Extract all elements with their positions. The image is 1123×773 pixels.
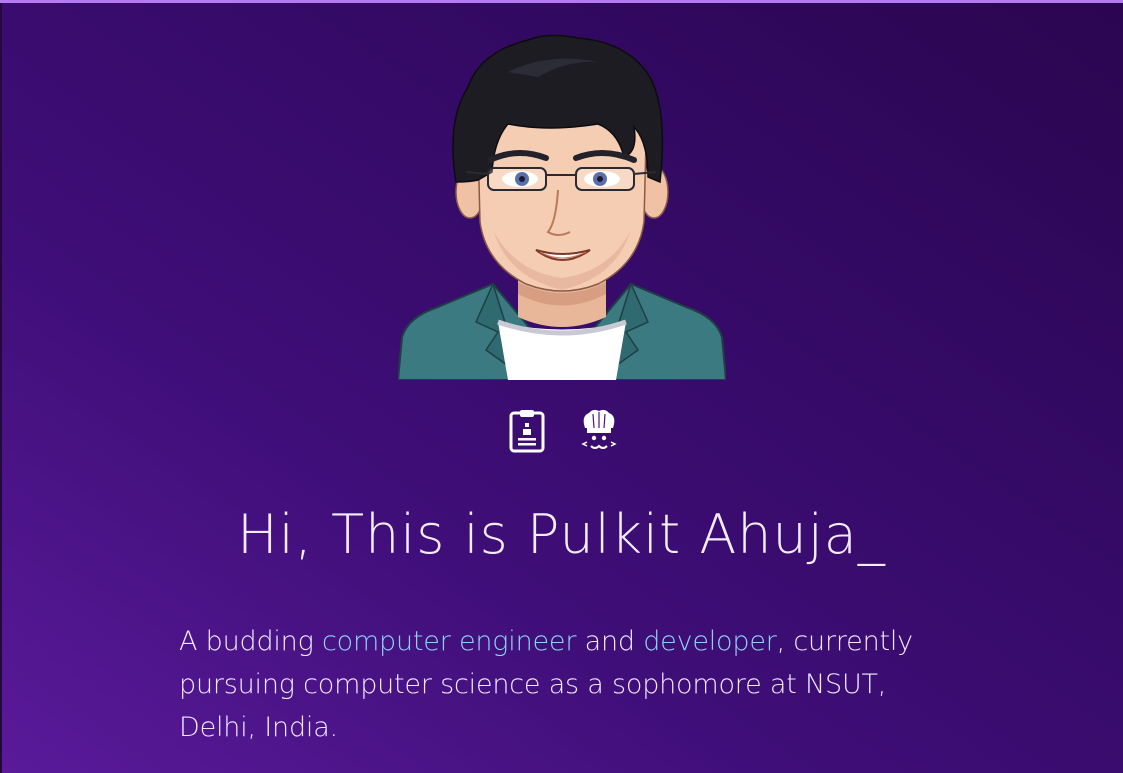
bio-paragraph: A budding computer engineer and develope…	[179, 620, 919, 749]
left-edge	[0, 3, 2, 773]
bio-text-1: A budding	[179, 626, 322, 657]
codechef-icon[interactable]	[579, 408, 619, 454]
avatar	[398, 34, 726, 380]
typing-cursor: _	[857, 503, 886, 566]
developer-link[interactable]: developer	[643, 626, 777, 657]
page-title: Hi, This is Pulkit Ahuja_	[0, 500, 1123, 570]
social-icons	[507, 408, 619, 454]
resume-icon[interactable]	[507, 408, 547, 454]
computer-engineer-link[interactable]: computer engineer	[322, 626, 576, 657]
bio-text-2: and	[576, 626, 644, 657]
greeting-text: Hi, This is Pulkit Ahuja	[237, 503, 858, 566]
top-accent-bar	[0, 0, 1123, 3]
